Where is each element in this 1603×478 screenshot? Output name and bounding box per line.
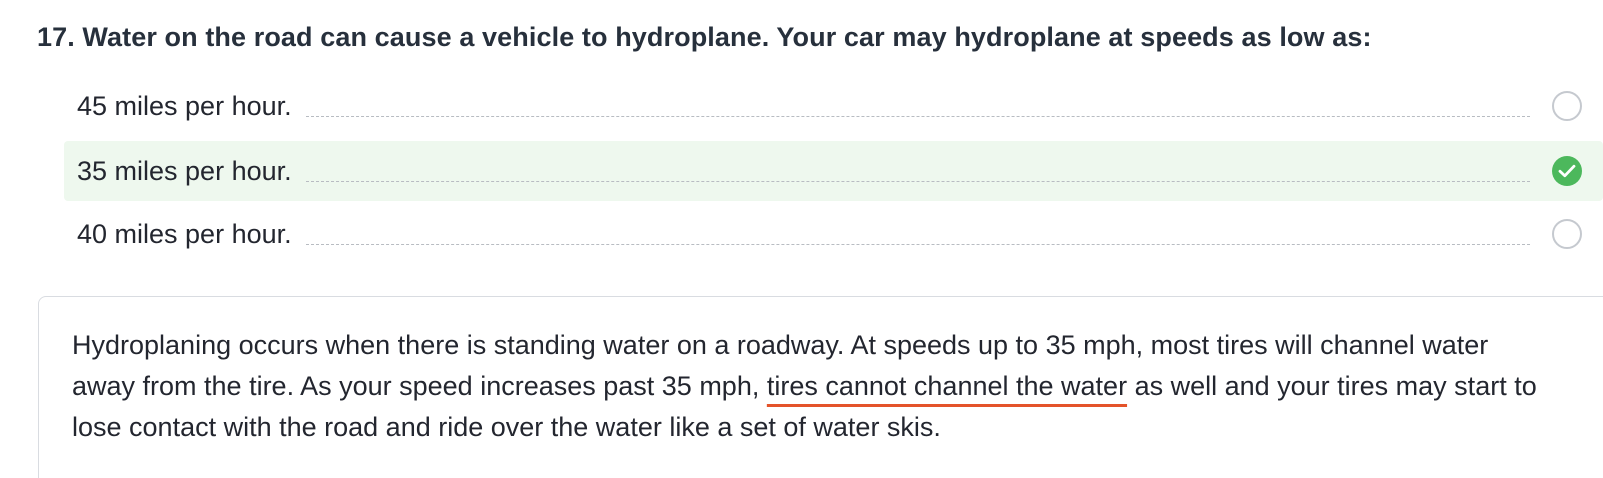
- empty-circle-icon[interactable]: [1552, 91, 1582, 121]
- explanation-text: Hydroplaning occurs when there is standi…: [72, 325, 1552, 448]
- dotted-leader-line: [305, 115, 1530, 117]
- empty-circle-icon[interactable]: [1552, 219, 1582, 249]
- checkmark-circle-icon[interactable]: [1552, 156, 1582, 186]
- answer-option-label: 40 miles per hour.: [77, 218, 292, 249]
- explanation-highlight: tires cannot channel the water: [766, 371, 1128, 401]
- checkmark-icon: [1558, 164, 1576, 178]
- question-title: 17. Water on the road can cause a vehicl…: [37, 22, 1372, 52]
- quiz-question-panel: 17. Water on the road can cause a vehicl…: [0, 0, 1603, 478]
- answer-option-label: 35 miles per hour.: [77, 155, 292, 186]
- answer-option-1[interactable]: 45 miles per hour.: [64, 76, 1603, 136]
- answer-option-3[interactable]: 40 miles per hour.: [64, 204, 1603, 264]
- answer-option-2-correct[interactable]: 35 miles per hour.: [64, 141, 1603, 201]
- dotted-leader-line: [305, 180, 1530, 182]
- answer-option-label: 45 miles per hour.: [77, 90, 292, 121]
- dotted-leader-line: [305, 243, 1530, 245]
